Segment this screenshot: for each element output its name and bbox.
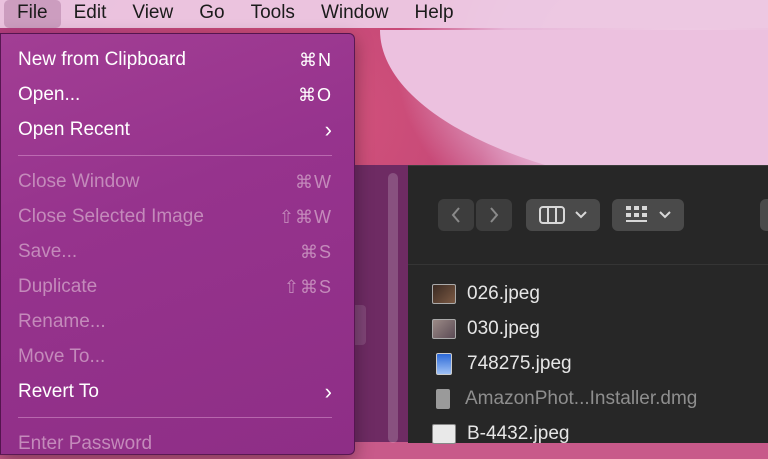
chevron-right-icon [490,207,499,223]
menu-window[interactable]: Window [308,0,402,28]
file-name: 030.jpeg [467,317,540,339]
menu-item-label: Save... [18,241,78,262]
menu-item-label: Close Selected Image [18,206,204,227]
image-thumbnail-icon [432,318,456,339]
menu-bar: File Edit View Go Tools Window Help [0,0,768,28]
forward-button[interactable] [476,199,512,231]
menu-item-label: Open... [18,84,81,105]
menu-item-shortcut: ⇧⌘W [278,206,332,227]
submenu-chevron-icon: › [324,117,332,142]
file-name: AmazonPhot...Installer.dmg [465,387,698,409]
menu-item-new-from-clipboard[interactable]: New from Clipboard ⌘N [18,45,332,75]
columns-view-icon [539,206,565,224]
grid-group-icon [626,206,647,222]
chevron-down-icon [659,211,671,219]
file-name: B-4432.jpeg [467,422,570,444]
finder-window: 026.jpeg 030.jpeg 748275.jpeg AmazonPhot… [408,165,768,444]
menu-item-shortcut: ⌘S [299,241,332,262]
menu-item-duplicate: Duplicate ⇧⌘S [18,272,332,302]
toolbar-edge-button[interactable] [760,199,768,231]
sidebar-scrollbar[interactable] [388,173,398,443]
menu-item-label: Enter Password [18,433,153,454]
menu-item-shortcut: ⌘N [299,49,332,70]
menu-go[interactable]: Go [186,0,237,28]
menu-item-label: Close Window [18,171,140,192]
file-row[interactable]: B-4432.jpeg [432,416,697,451]
file-name: 026.jpeg [467,282,540,304]
menu-item-open[interactable]: Open... ⌘O [18,80,332,110]
menu-item-shortcut: ⌘W [295,171,332,192]
file-row[interactable]: 748275.jpeg [432,346,697,381]
file-row[interactable]: 026.jpeg [432,276,697,311]
menu-help[interactable]: Help [402,0,467,28]
file-list: 026.jpeg 030.jpeg 748275.jpeg AmazonPhot… [432,276,697,451]
back-button[interactable] [438,199,474,231]
file-row[interactable]: 030.jpeg [432,311,697,346]
menu-item-shortcut: ⌘O [297,84,332,105]
menu-item-shortcut: ⇧⌘S [283,276,332,297]
menu-edit[interactable]: Edit [61,0,120,28]
menu-item-label: Open Recent [18,119,130,140]
menu-tools[interactable]: Tools [238,0,308,28]
menu-item-open-recent[interactable]: Open Recent › [18,115,332,145]
menu-item-label: Rename... [18,311,106,332]
menu-item-label: New from Clipboard [18,49,186,70]
disk-image-icon [436,388,450,409]
menu-item-label: Revert To [18,381,99,402]
submenu-chevron-icon: › [324,379,332,404]
menu-separator [18,155,332,156]
menu-item-enter-password: Enter Password [18,429,332,459]
image-thumbnail-icon [432,283,456,304]
menu-item-move-to: Move To... [18,342,332,372]
file-row[interactable]: AmazonPhot...Installer.dmg [432,381,697,416]
group-button[interactable] [612,199,684,231]
menu-item-revert-to[interactable]: Revert To › [18,377,332,407]
menu-item-close-window: Close Window ⌘W [18,167,332,197]
toolbar-divider [408,264,768,265]
menu-view[interactable]: View [119,0,186,28]
navigation-buttons [438,199,512,231]
image-thumbnail-icon [432,423,456,444]
view-mode-button[interactable] [526,199,600,231]
file-menu-dropdown: New from Clipboard ⌘N Open... ⌘O Open Re… [0,33,355,455]
menu-item-label: Duplicate [18,276,98,297]
menu-separator [18,417,332,418]
menu-file[interactable]: File [4,0,61,28]
menu-item-save: Save... ⌘S [18,237,332,267]
menu-item-close-selected-image: Close Selected Image ⇧⌘W [18,202,332,232]
menu-item-rename: Rename... [18,307,332,337]
file-name: 748275.jpeg [467,352,572,374]
chevron-left-icon [451,207,460,223]
chevron-down-icon [575,211,587,219]
menu-item-label: Move To... [18,346,106,367]
image-thumbnail-icon [436,352,452,375]
